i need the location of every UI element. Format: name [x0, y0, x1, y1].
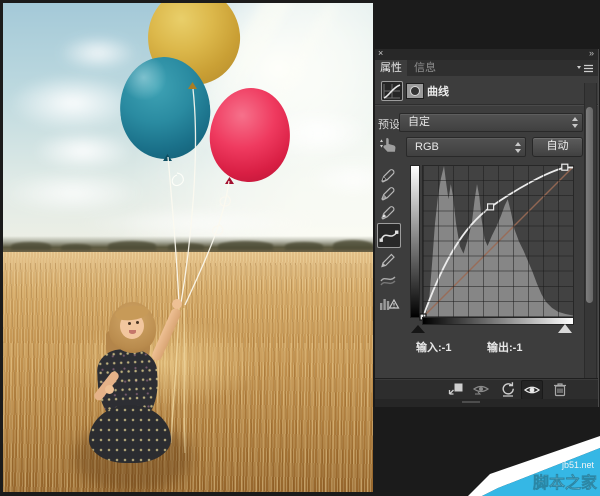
screenshot-root: × » 属性 信息 曲线 预设: 自定 [0, 0, 600, 496]
preset-select[interactable]: 自定 [399, 113, 583, 132]
watermark-name: 脚本之家 [533, 473, 598, 492]
curve-control-point[interactable] [562, 164, 568, 170]
gray-point-eyedropper-icon[interactable] [379, 184, 397, 202]
panel-body: 曲线 预设: 自定 RGB 自动 [375, 76, 598, 378]
smooth-curve-icon[interactable] [379, 270, 397, 288]
panel-scrollbar-track[interactable] [584, 83, 597, 380]
black-point-eyedropper-icon[interactable] [379, 166, 397, 184]
properties-panel: × » 属性 信息 曲线 预设: 自定 [375, 49, 599, 407]
stepper-icon [571, 117, 579, 128]
reset-icon[interactable] [499, 381, 517, 397]
panel-resize-grip[interactable] [462, 401, 480, 403]
highlight-input-slider[interactable] [558, 324, 572, 333]
clip-to-layer-icon[interactable] [447, 381, 465, 397]
girl-hand [172, 299, 182, 309]
preset-value: 自定 [408, 114, 430, 130]
panel-scrollbar-thumb[interactable] [586, 107, 593, 303]
curve-grid[interactable] [422, 165, 574, 318]
channel-value: RGB [415, 139, 439, 155]
curves-adjustment-icon[interactable] [381, 81, 403, 101]
visibility-eye-button[interactable] [521, 380, 543, 400]
adjustment-title: 曲线 [427, 83, 449, 99]
histogram-warning-icon[interactable] [378, 294, 400, 313]
stepper-icon [514, 142, 522, 153]
divider [375, 104, 598, 106]
output-readout: 输出:-1 [487, 339, 522, 355]
tab-info[interactable]: 信息 [407, 60, 443, 76]
watermark-site: jb51.net [561, 460, 595, 470]
draw-curve-pencil-icon[interactable] [379, 251, 397, 269]
treeline [3, 236, 373, 252]
layer-mask-thumbnail[interactable] [406, 83, 424, 99]
panel-tabs: 属性 信息 [375, 60, 598, 77]
collapse-icon[interactable]: » [589, 48, 593, 59]
white-point-eyedropper-icon[interactable] [379, 203, 397, 221]
auto-button[interactable]: 自动 [532, 137, 583, 157]
girl-left-hand [105, 385, 114, 394]
output-gradient-bar [410, 165, 420, 318]
curve-histogram-chart[interactable] [423, 166, 573, 317]
edit-points-icon[interactable] [377, 223, 401, 248]
input-gradient-bar [422, 317, 574, 325]
panel-bottom-strip [375, 399, 598, 407]
close-icon[interactable]: × [378, 48, 383, 59]
delete-trash-icon[interactable] [551, 381, 569, 397]
panel-titlebar: × » [375, 49, 598, 60]
shadow-input-slider[interactable] [411, 325, 425, 333]
targeted-adjustment-icon[interactable] [378, 136, 398, 155]
channel-select[interactable]: RGB [406, 137, 526, 157]
input-readout: 输入:-1 [416, 339, 451, 355]
previous-state-icon[interactable] [472, 381, 490, 397]
panel-menu-icon[interactable] [576, 64, 594, 73]
curve-control-point[interactable] [488, 204, 494, 210]
tab-properties[interactable]: 属性 [375, 60, 407, 76]
watermark: jb51.net 脚本之家 [468, 428, 600, 496]
photo-canvas [3, 3, 373, 492]
panel-footer [375, 378, 598, 400]
